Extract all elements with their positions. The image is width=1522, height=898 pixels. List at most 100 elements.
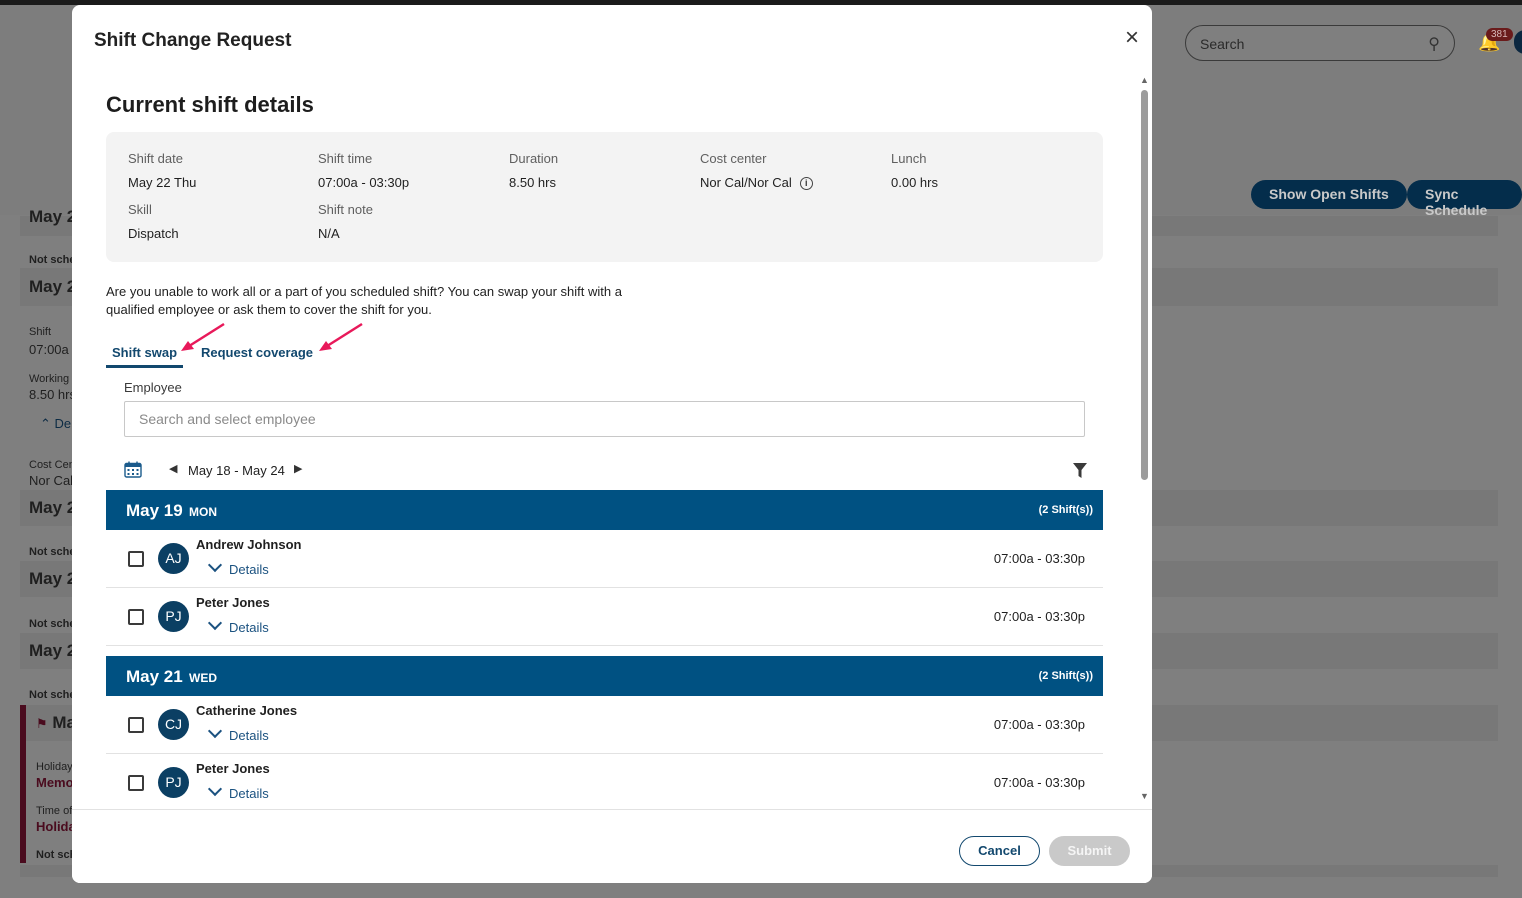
bg-status-label: Not sche <box>29 689 76 701</box>
annotation-arrow-icon <box>319 322 363 351</box>
avatar: CJ <box>158 709 189 740</box>
day-date: May 19 <box>126 501 183 520</box>
bg-day-label: May 2 <box>29 498 77 517</box>
day-date: May 21 <box>126 667 183 686</box>
bg-field-value: Memo <box>36 775 74 790</box>
shift-row: PJ Peter Jones Details 07:00a - 03:30p <box>106 588 1103 646</box>
info-icon[interactable]: i <box>799 177 813 190</box>
details-toggle[interactable]: Details <box>206 723 269 743</box>
field-label: Shift date <box>128 151 183 166</box>
details-label: Details <box>229 786 269 801</box>
bg-day-label: May 2 <box>29 277 77 296</box>
previous-week-icon[interactable]: ◀ <box>169 462 177 475</box>
field-label: Lunch <box>891 151 927 166</box>
field-label: Cost center <box>700 151 767 166</box>
field-label: Shift time <box>318 151 373 166</box>
current-shift-details-heading: Current shift details <box>106 92 314 117</box>
bg-field-value: 8.50 hrs <box>29 387 76 402</box>
shift-count: (2 Shift(s)) <box>1038 670 1093 682</box>
chevron-down-icon <box>207 781 223 797</box>
shift-row: PJ Peter Jones Details 07:00a - 03:30p <box>106 754 1103 809</box>
employee-search-input[interactable] <box>124 401 1085 437</box>
chevron-down-icon <box>207 723 223 739</box>
chevron-down-icon <box>207 615 223 631</box>
field-value: Dispatch <box>128 226 179 241</box>
instructions-text: Are you unable to work all or a part of … <box>106 284 622 317</box>
bg-field-value: Holida <box>36 819 76 834</box>
sync-schedule-button[interactable]: Sync Schedule <box>1407 180 1522 218</box>
shift-date-field: Shift date May 22 Thu <box>128 151 196 190</box>
shift-row: CJ Catherine Jones Details 07:00a - 03:3… <box>106 696 1103 754</box>
bg-day-label: May 2 <box>29 207 77 226</box>
scrollbar-thumb[interactable] <box>1141 90 1148 480</box>
employee-name: Andrew Johnson <box>196 537 302 552</box>
notification-badge: 381 <box>1486 28 1513 41</box>
bg-field-label: Shift <box>29 326 52 338</box>
next-week-icon[interactable]: ▶ <box>294 462 302 475</box>
shift-time: 07:00a - 03:30p <box>993 717 1085 732</box>
avatar: AJ <box>158 543 189 574</box>
search-icon: ⚲ <box>1428 36 1440 53</box>
field-value: 8.50 hrs <box>509 175 556 190</box>
day-of-week: WED <box>189 671 217 685</box>
duration-field: Duration 8.50 hrs <box>509 151 558 190</box>
show-open-shifts-button[interactable]: Show Open Shifts <box>1251 180 1407 209</box>
avatar: PJ <box>158 767 189 798</box>
global-search-input[interactable]: Search ⚲ <box>1185 25 1455 61</box>
dialog-body[interactable]: Current shift details Shift date May 22 … <box>72 75 1152 809</box>
bg-field-label: Time of <box>36 805 73 817</box>
field-value-wrap: Nor Cal/Nor Cal i <box>700 175 813 190</box>
details-toggle[interactable]: Details <box>206 615 269 635</box>
field-label: Skill <box>128 202 152 217</box>
bg-status-label: Not sch <box>36 849 77 861</box>
field-label: Shift note <box>318 202 373 217</box>
details-label: Details <box>229 562 269 577</box>
shift-note-field: Shift note N/A <box>318 202 373 241</box>
bg-day-label: May 2 <box>29 569 77 588</box>
shift-checkbox[interactable] <box>128 717 144 733</box>
submit-button[interactable]: Submit <box>1049 836 1130 866</box>
calendar-icon[interactable] <box>124 461 142 478</box>
field-value: N/A <box>318 226 340 241</box>
shift-time: 07:00a - 03:30p <box>993 609 1085 624</box>
employee-name: Peter Jones <box>196 595 270 610</box>
shift-count: (2 Shift(s)) <box>1038 504 1093 516</box>
filter-icon[interactable] <box>1073 462 1087 479</box>
bg-details-toggle[interactable]: ⌃ De <box>40 416 71 432</box>
shift-checkbox[interactable] <box>128 775 144 791</box>
shift-details-card: Shift date May 22 Thu Shift time 07:00a … <box>106 132 1103 262</box>
bg-details-label: De <box>54 416 72 431</box>
shift-time: 07:00a - 03:30p <box>993 551 1085 566</box>
field-value: 0.00 hrs <box>891 175 938 190</box>
tab-shift-swap[interactable]: Shift swap <box>112 345 177 360</box>
shift-checkbox[interactable] <box>128 551 144 567</box>
scroll-down-icon[interactable]: ▼ <box>1140 791 1149 801</box>
active-tab-indicator <box>106 365 183 368</box>
dialog-footer: Cancel Submit <box>72 809 1152 883</box>
details-toggle[interactable]: Details <box>206 557 269 577</box>
shift-row: AJ Andrew Johnson Details 07:00a - 03:30… <box>106 530 1103 588</box>
bg-day-label: May 2 <box>29 641 77 660</box>
cost-center-field: Cost center Nor Cal/Nor Cal i <box>700 151 813 190</box>
employee-name: Catherine Jones <box>196 703 298 718</box>
close-icon[interactable]: × <box>1120 26 1144 51</box>
details-label: Details <box>229 620 269 635</box>
shift-time: 07:00a - 03:30p <box>993 775 1085 790</box>
chevron-down-icon <box>207 557 223 573</box>
week-range-label: May 18 - May 24 <box>188 463 285 478</box>
scroll-up-icon[interactable]: ▲ <box>1140 75 1149 85</box>
details-toggle[interactable]: Details <box>206 781 269 801</box>
field-label: Duration <box>509 151 559 166</box>
holiday-accent-bar <box>20 705 26 863</box>
shift-checkbox[interactable] <box>128 609 144 625</box>
employee-label: Employee <box>124 380 182 395</box>
bg-field-label: Holiday <box>36 761 73 773</box>
field-value: Nor Cal/Nor Cal <box>700 175 792 190</box>
bg-field-value: Nor Cal <box>29 473 74 488</box>
bg-field-label: Cost Cen <box>29 459 75 471</box>
search-placeholder: Search <box>1200 36 1245 52</box>
details-label: Details <box>229 728 269 743</box>
employee-name: Peter Jones <box>196 761 270 776</box>
cancel-button[interactable]: Cancel <box>959 836 1040 866</box>
shift-time-field: Shift time 07:00a - 03:30p <box>318 151 409 190</box>
